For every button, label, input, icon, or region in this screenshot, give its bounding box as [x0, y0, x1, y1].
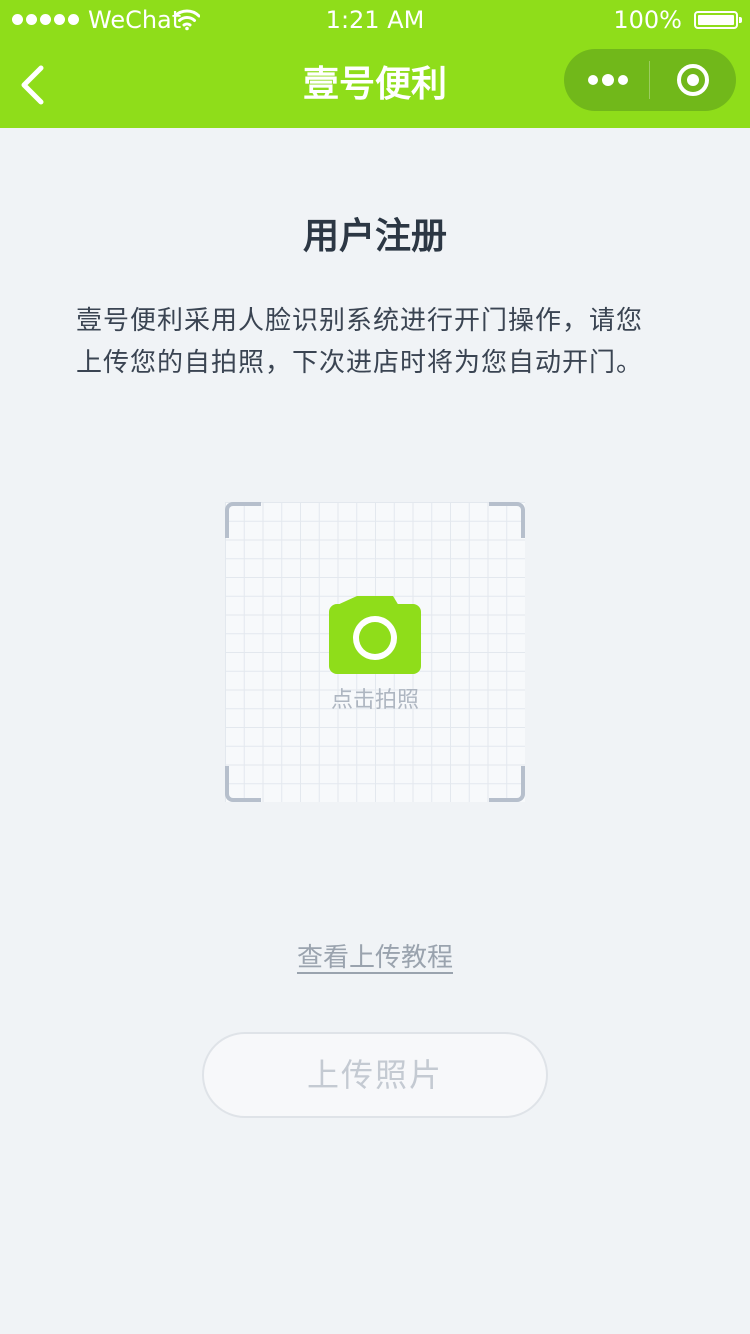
battery-percent: 100%	[613, 6, 682, 34]
close-mini-program-button[interactable]	[650, 49, 736, 111]
frame-corner	[225, 766, 261, 802]
more-button[interactable]	[564, 49, 650, 111]
intro-line: 上传您的自拍照，下次进店时将为您自动开门。	[76, 348, 644, 378]
view-tutorial-link[interactable]: 查看上传教程	[0, 940, 750, 976]
intro-text: 壹号便利采用人脸识别系统进行开门操作，请您 上传您的自拍照，下次进店时将为您自动…	[76, 300, 676, 384]
take-photo-area[interactable]: 点击拍照	[225, 502, 525, 802]
upload-photo-button[interactable]: 上传照片	[202, 1032, 548, 1118]
camera-icon	[329, 596, 421, 674]
battery-icon	[694, 11, 742, 29]
target-circle-icon	[677, 64, 709, 96]
take-photo-label: 点击拍照	[330, 688, 419, 713]
page-title: 用户注册	[302, 216, 447, 257]
frame-corner	[225, 502, 261, 538]
status-bar: WeChat 1:21 AM 100%	[0, 0, 750, 40]
frame-corner	[489, 502, 525, 538]
mini-program-capsule	[564, 49, 736, 111]
frame-corner	[489, 766, 525, 802]
more-dots-icon	[588, 74, 628, 86]
intro-line: 壹号便利采用人脸识别系统进行开门操作，请您	[76, 306, 644, 336]
app-header: WeChat 1:21 AM 100% 壹号便利	[0, 0, 750, 128]
